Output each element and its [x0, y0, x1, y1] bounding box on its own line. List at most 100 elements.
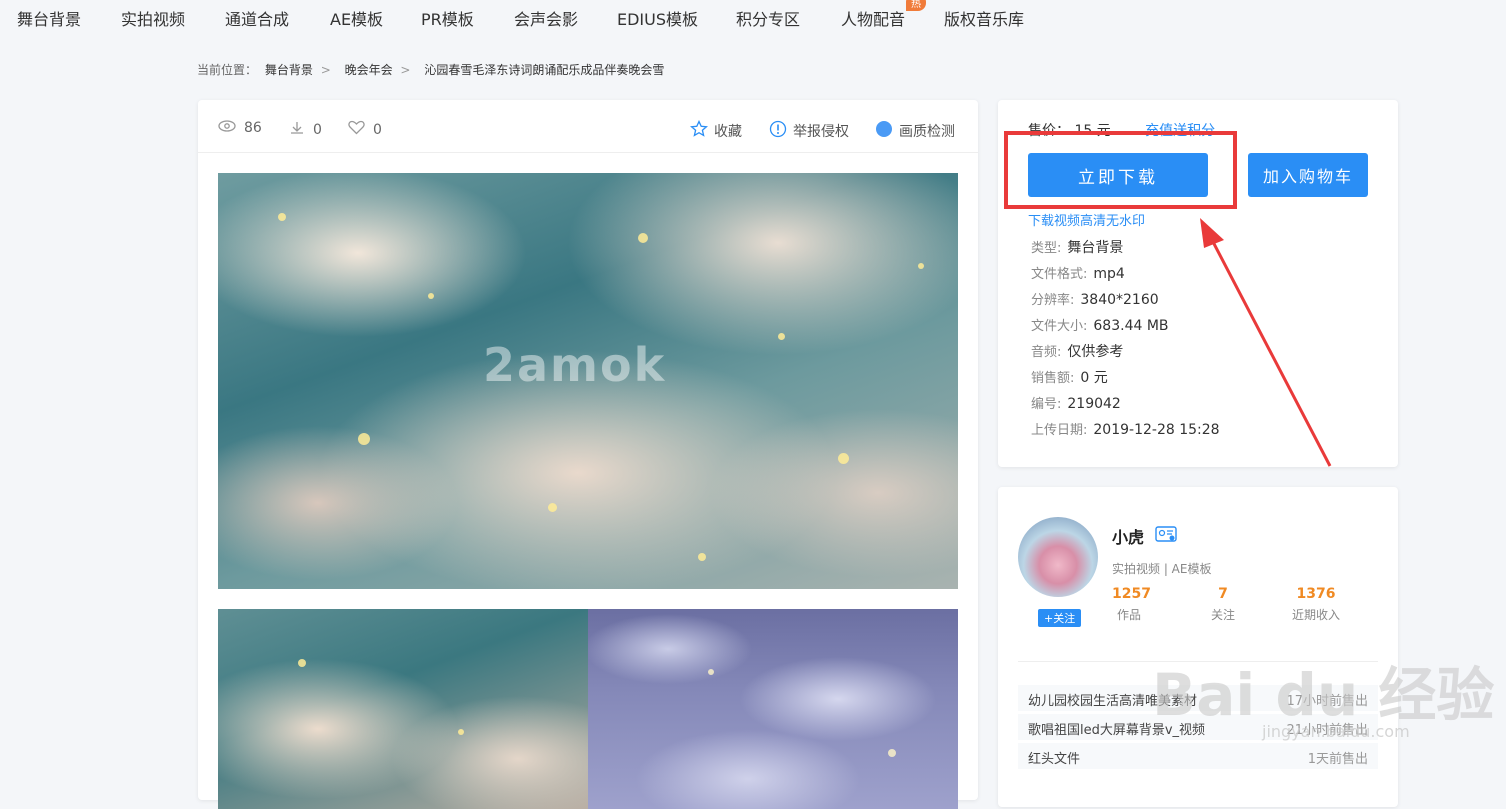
hd-download-link[interactable]: 下载视频高清无水印: [1028, 210, 1145, 229]
nav-item-voice[interactable]: 人物配音: [841, 6, 905, 30]
report-button[interactable]: 举报侵权: [769, 120, 849, 142]
info-value: 683.44 MB: [1093, 318, 1169, 334]
nav-item-huisheng[interactable]: 会声会影: [514, 6, 578, 30]
breadcrumb-item-party[interactable]: 晚会年会: [345, 63, 393, 77]
sale-title: 红头文件: [1028, 752, 1081, 767]
heart-icon: [348, 120, 365, 139]
nav-item-points[interactable]: 积分专区: [736, 6, 800, 30]
baidu-watermark-url: jingyan.baidu.com: [1262, 722, 1410, 741]
info-row-format: 文件格式: mp4: [1031, 263, 1220, 289]
breadcrumb-separator: >: [320, 63, 331, 77]
likes-stat: 0: [348, 120, 382, 139]
nav-item-ae[interactable]: AE模板: [330, 6, 383, 30]
alert-icon: [769, 120, 787, 142]
eye-icon: [218, 120, 236, 136]
author-avatar[interactable]: [1018, 517, 1098, 597]
sparkle: [458, 729, 464, 735]
sale-time: 1天前售出: [1307, 752, 1368, 767]
add-to-cart-button[interactable]: 加入购物车: [1248, 153, 1368, 197]
preview-thumb-clouds[interactable]: [218, 609, 588, 809]
nav-item-music[interactable]: 版权音乐库: [944, 6, 1024, 30]
breadcrumb-item-current: 沁园春雪毛泽东诗词朗诵配乐成品伴奏晚会雪: [424, 63, 665, 77]
sparkle: [358, 433, 370, 445]
favorite-button[interactable]: 收藏: [690, 119, 742, 142]
views-count: 86: [244, 120, 262, 136]
preview-watermark: 2amok: [483, 338, 667, 392]
info-row-audio: 音频: 仅供参考: [1031, 341, 1220, 367]
stat-number: 1376: [1296, 586, 1336, 602]
downloads-count: 0: [313, 122, 322, 138]
downloads-stat: 0: [289, 120, 322, 140]
breadcrumb: 当前位置： 舞台背景 > 晚会年会 > 沁园春雪毛泽东诗词朗诵配乐成品伴奏晚会雪: [197, 61, 668, 78]
likes-count: 0: [373, 121, 382, 138]
nav-item-edius[interactable]: EDIUS模板: [617, 6, 698, 30]
sparkle: [838, 453, 849, 464]
info-label: 上传日期:: [1031, 423, 1088, 438]
sparkle: [918, 263, 924, 269]
sparkle: [638, 233, 648, 243]
info-value: 2019-12-28 15:28: [1093, 422, 1220, 438]
info-value: 舞台背景: [1067, 240, 1124, 256]
nav-item-live-video[interactable]: 实拍视频: [121, 6, 185, 30]
breadcrumb-separator: >: [400, 63, 411, 77]
author-card: +关注 小虎 实拍视频 | AE模板 1257 作品 7 关注 1376 近期收…: [998, 487, 1398, 807]
author-stat-income: 1376 近期收入: [1276, 586, 1356, 623]
info-row-id: 编号: 219042: [1031, 393, 1220, 419]
hot-badge: 热: [906, 0, 926, 11]
info-row-type: 类型: 舞台背景: [1031, 237, 1220, 263]
nav-item-channel[interactable]: 通道合成: [225, 6, 289, 30]
author-categories: 实拍视频 | AE模板: [1112, 562, 1212, 576]
download-icon: [289, 120, 305, 140]
stat-label: 关注: [1210, 608, 1235, 622]
file-info-list: 类型: 舞台背景 文件格式: mp4 分辨率: 3840*2160 文件大小: 683.…: [1031, 237, 1220, 445]
info-row-upload-date: 上传日期: 2019-12-28 15:28: [1031, 419, 1220, 445]
stat-label: 作品: [1116, 608, 1141, 622]
author-stat-following: 7 关注: [1208, 586, 1238, 623]
favorite-label: 收藏: [714, 124, 742, 140]
sparkle: [708, 669, 714, 675]
recent-sale-row[interactable]: 红头文件 1天前售出: [1018, 743, 1378, 769]
follow-button[interactable]: +关注: [1038, 609, 1082, 627]
stats-bar: 86 0 0 收藏 举报侵权 画质检测: [198, 100, 978, 153]
info-label: 文件格式:: [1031, 267, 1088, 282]
highlight-box: [1004, 131, 1237, 209]
id-card-icon: [1155, 526, 1177, 546]
info-value: 0 元: [1080, 370, 1108, 386]
nav-item-pr[interactable]: PR模板: [421, 6, 474, 30]
sparkle: [298, 659, 306, 667]
info-row-resolution: 分辨率: 3840*2160: [1031, 289, 1220, 315]
baidu-watermark: Bai du 经验: [1152, 661, 1495, 729]
preview-card: 86 0 0 收藏 举报侵权 画质检测 2amok: [198, 100, 978, 809]
breadcrumb-item-stage[interactable]: 舞台背景: [265, 63, 313, 77]
sparkle: [428, 293, 434, 299]
quality-check-button[interactable]: 画质检测: [875, 120, 955, 142]
top-nav: 舞台背景 实拍视频 通道合成 AE模板 PR模板 会声会影 EDIUS模板 积分…: [0, 0, 1506, 38]
author-name[interactable]: 小虎: [1112, 524, 1144, 548]
sparkle: [548, 503, 557, 512]
sparkle: [278, 213, 286, 221]
quality-label: 画质检测: [899, 124, 955, 140]
info-label: 类型:: [1031, 241, 1062, 256]
info-label: 分辨率:: [1031, 293, 1075, 308]
info-label: 销售额:: [1031, 371, 1075, 386]
info-value: 219042: [1067, 396, 1121, 412]
preview-thumb-snow[interactable]: [588, 609, 958, 809]
stat-label: 近期收入: [1291, 608, 1340, 622]
stat-number: 1257: [1112, 586, 1151, 602]
sparkle: [698, 553, 706, 561]
info-value: 3840*2160: [1080, 292, 1159, 308]
info-label: 音频:: [1031, 345, 1062, 360]
report-label: 举报侵权: [793, 124, 849, 140]
info-value: mp4: [1093, 266, 1125, 282]
info-row-size: 文件大小: 683.44 MB: [1031, 315, 1220, 341]
author-stat-works: 1257 作品: [1112, 586, 1151, 623]
info-label: 编号:: [1031, 397, 1062, 412]
info-label: 文件大小:: [1031, 319, 1088, 334]
breadcrumb-label: 当前位置：: [197, 63, 258, 77]
views-stat: 86: [218, 120, 262, 136]
info-value: 仅供参考: [1067, 344, 1124, 360]
star-icon: [690, 119, 708, 142]
sparkle: [888, 749, 896, 757]
main-preview-image[interactable]: 2amok: [218, 173, 958, 589]
nav-item-stage-bg[interactable]: 舞台背景: [17, 6, 81, 30]
